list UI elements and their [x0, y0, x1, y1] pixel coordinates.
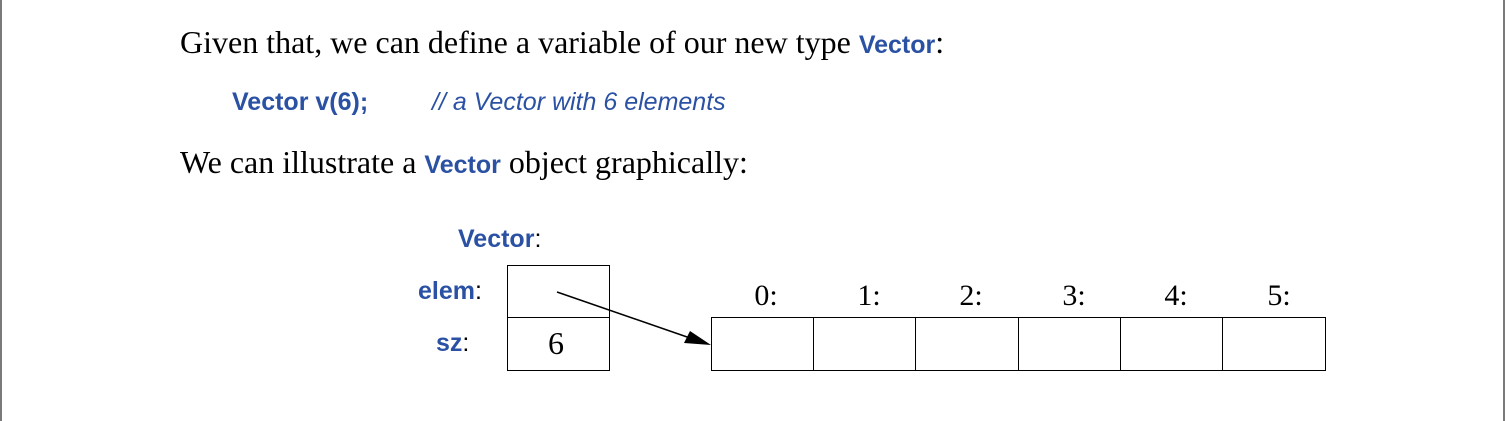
elem-pointer-arrow: [556, 291, 711, 345]
